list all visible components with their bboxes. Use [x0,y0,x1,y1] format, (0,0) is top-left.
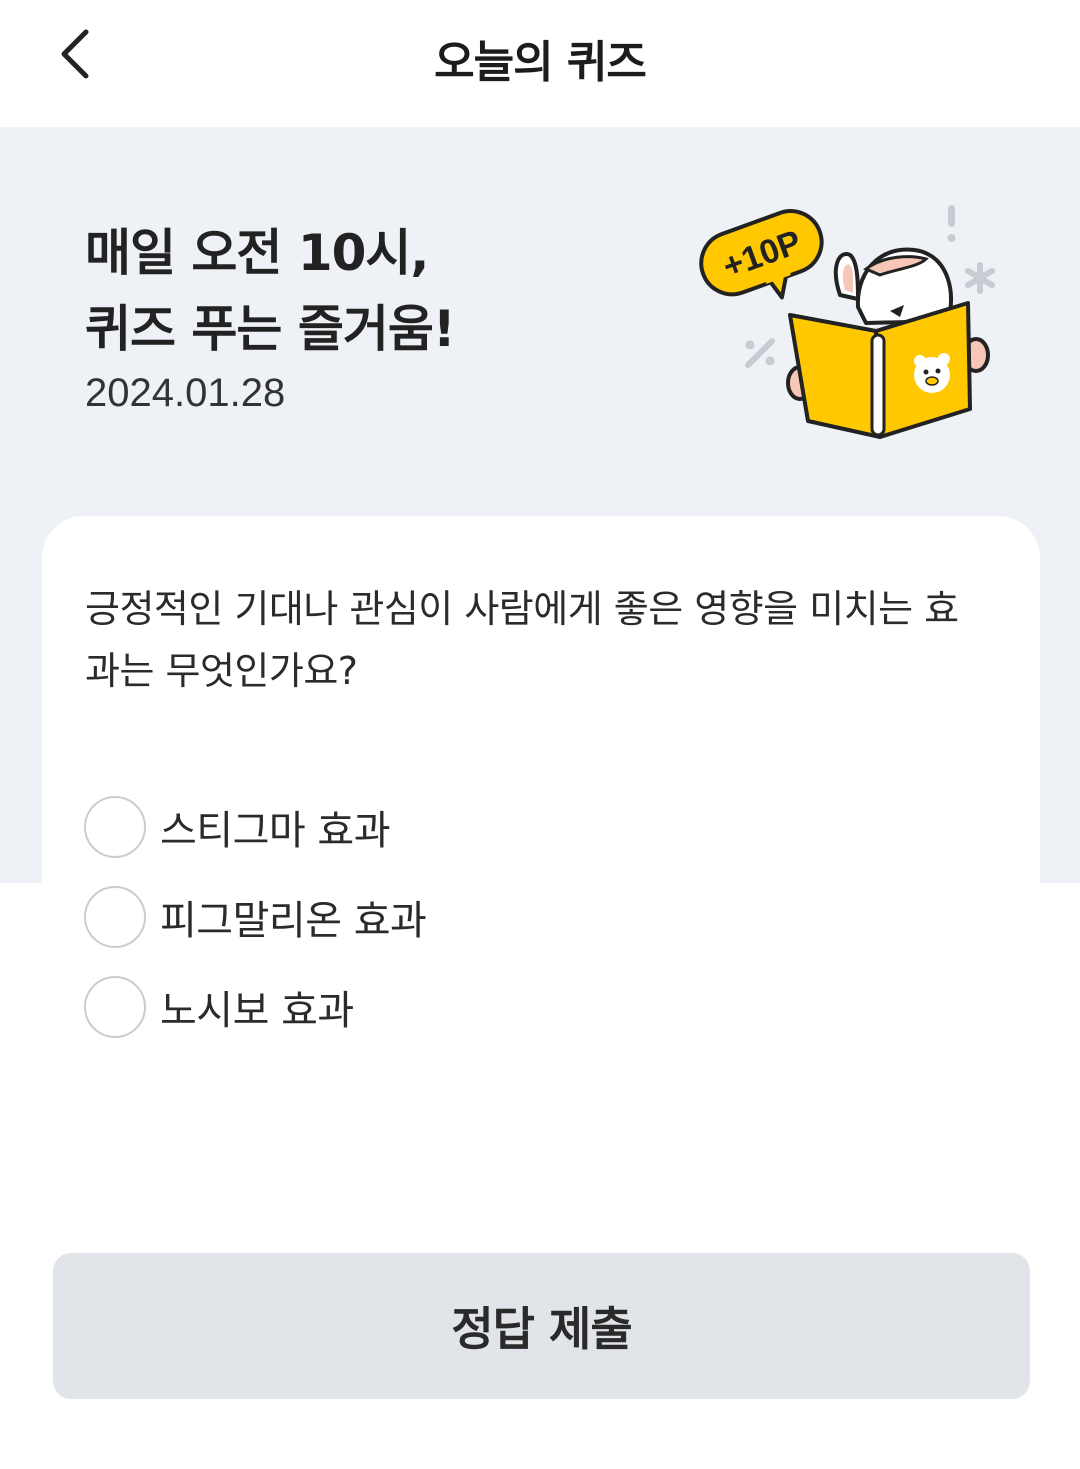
option-label: 스티그마 효과 [160,808,391,854]
hero-title-line1: 매일 오전 10시, [85,224,429,282]
option-label: 피그말리온 효과 [160,898,427,944]
option-3[interactable]: 노시보 효과 [84,962,426,1052]
quiz-date: 2024.01.28 [85,371,286,415]
option-label: 노시보 효과 [160,988,354,1034]
option-1[interactable]: 스티그마 효과 [84,782,426,872]
submit-answer-button[interactable]: 정답 제출 [53,1253,1030,1399]
radio-button[interactable] [84,886,146,948]
quiz-question: 긍정적인 기대나 관심이 사람에게 좋은 영향을 미치는 효과는 무엇인가요? [85,587,959,693]
answer-options: 스티그마 효과 피그말리온 효과 노시보 효과 [84,782,427,1052]
option-2[interactable]: 피그말리온 효과 [84,872,427,962]
hero-title-line2: 퀴즈 푸는 즐거움! [85,300,456,358]
radio-button[interactable] [84,796,146,858]
rabbit-reading-book-illustration: +10P [699,205,995,439]
hero-title: 매일 오전 10시, 퀴즈 푸는 즐거움! [85,215,456,367]
page-title: 오늘의 퀴즈 [434,37,647,88]
app-header: 오늘의 퀴즈 [0,0,1080,127]
radio-button[interactable] [84,976,146,1038]
